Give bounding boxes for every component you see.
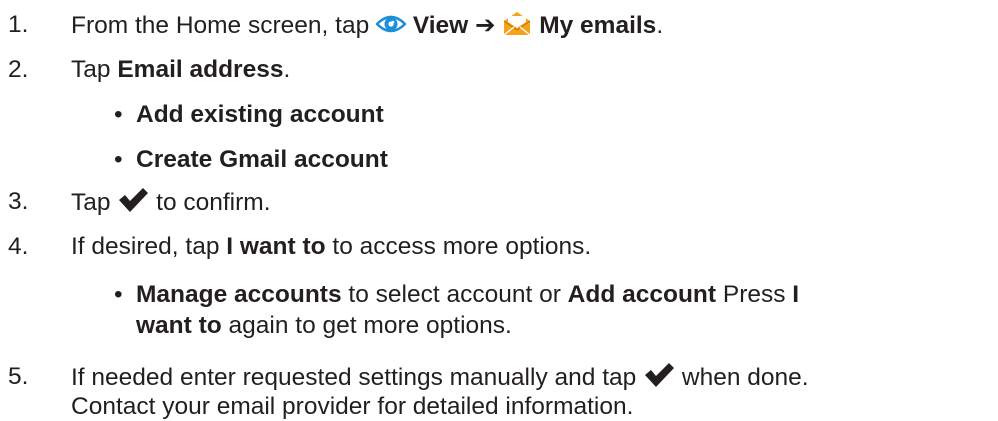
step-text: If needed enter requested settings manua…: [71, 362, 809, 391]
checkmark-icon: [117, 187, 149, 213]
step-number: 4.: [8, 233, 29, 260]
bullet: •: [114, 281, 123, 308]
option-add-existing-account: Add existing account: [136, 101, 384, 128]
bullet: •: [114, 101, 123, 128]
step-number: 1.: [8, 11, 29, 38]
step-text: Tap to confirm.: [71, 187, 271, 216]
bullet: •: [114, 146, 123, 173]
step-text: From the Home screen, tap View ➔ My emai…: [71, 10, 664, 39]
step-text: If desired, tap I want to to access more…: [71, 233, 592, 260]
option-manage-accounts: Manage accounts to select account or Add…: [136, 281, 800, 308]
step-text: Tap Email address.: [71, 56, 291, 83]
step-text: Contact your email provider for detailed…: [71, 393, 634, 420]
step-number: 2.: [8, 56, 29, 83]
step-number: 3.: [8, 188, 29, 215]
checkmark-icon: [643, 362, 675, 388]
envelope-icon: [502, 10, 532, 36]
eye-icon: [375, 12, 407, 36]
option-create-gmail-account: Create Gmail account: [136, 146, 388, 173]
step-number: 5.: [8, 363, 29, 390]
